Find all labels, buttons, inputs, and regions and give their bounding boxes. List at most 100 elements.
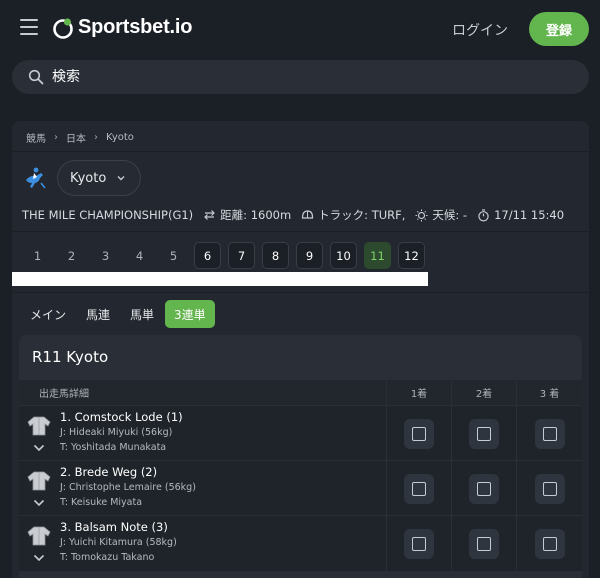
first-place-checkbox[interactable] — [404, 528, 434, 559]
race-number-tabs: 1 2 3 4 5 6 7 8 9 10 11 12 — [24, 242, 432, 269]
search-bar[interactable] — [12, 60, 589, 94]
runner-trainer: T: Keisuke Miyata — [60, 497, 143, 508]
bet-tab-3[interactable]: 3連単 — [165, 300, 215, 328]
race-name: THE MILE CHAMPIONSHIP(G1) — [22, 208, 194, 222]
race-tab-8[interactable]: 8 — [262, 242, 289, 269]
track-text: トラック: TURF, — [318, 208, 406, 222]
race-card-title: R11 Kyoto — [32, 348, 109, 366]
race-tab-11[interactable]: 11 — [364, 242, 391, 269]
selection-cell — [386, 516, 451, 571]
race-tab-1[interactable]: 1 — [24, 242, 51, 269]
swap-arrows-icon — [204, 210, 216, 220]
race-tab-9[interactable]: 9 — [296, 242, 323, 269]
runner-name: 2. Brede Weg (2) — [60, 465, 158, 479]
bet-tab-0[interactable]: メイン — [21, 300, 75, 328]
chevron-down-icon[interactable] — [33, 554, 45, 562]
table-row: 3. Balsam Note (3) J: Yuichi Kitamura (58… — [19, 515, 582, 571]
brand-logo[interactable]: Sportsbet.io — [52, 16, 192, 39]
search-input[interactable] — [52, 69, 552, 85]
login-link[interactable]: ログイン — [452, 20, 508, 40]
third-place-checkbox[interactable] — [534, 473, 565, 504]
selection-cell — [451, 516, 516, 571]
second-place-checkbox[interactable] — [469, 528, 499, 559]
checkbox-icon — [412, 426, 426, 441]
selection-cell — [451, 461, 516, 516]
distance-text: 距離: 1600m — [220, 208, 292, 222]
checkbox-icon — [412, 481, 426, 496]
chevron-down-icon[interactable] — [33, 499, 45, 507]
venue-row: Kyoto — [22, 160, 141, 196]
selection-cell — [516, 516, 582, 571]
track-info: トラック: TURF, — [301, 207, 405, 223]
checkbox-icon — [477, 481, 491, 496]
event-card: 競馬 › 日本 › Kyoto Kyoto THE MILE CHAMPIONS… — [12, 121, 589, 578]
checkbox-icon — [542, 426, 557, 441]
table-row: 2. Brede Weg (2) J: Christophe Lemaire (5… — [19, 460, 582, 516]
race-tab-4[interactable]: 4 — [126, 242, 153, 269]
race-tab-7[interactable]: 7 — [228, 242, 255, 269]
column-header-second: 2着 — [451, 380, 516, 405]
selection-cell — [451, 406, 516, 461]
logo-ring-icon — [53, 17, 73, 39]
race-tab-10[interactable]: 10 — [330, 242, 357, 269]
jockey-silk-icon — [27, 471, 51, 491]
venue-dropdown-value: Kyoto — [70, 170, 107, 186]
runner-trainer: T: Tomokazu Takano — [60, 552, 155, 563]
runner-name: 1. Comstock Lode (1) — [60, 410, 183, 424]
sun-icon — [415, 209, 428, 221]
race-tab-6[interactable]: 6 — [194, 242, 221, 269]
hamburger-menu-icon[interactable] — [20, 19, 38, 35]
third-place-checkbox[interactable] — [534, 528, 565, 559]
race-tab-12[interactable]: 12 — [398, 242, 425, 269]
first-place-checkbox[interactable] — [404, 418, 434, 449]
race-tab-5[interactable]: 5 — [160, 242, 187, 269]
redaction-bar — [12, 272, 428, 286]
stopwatch-icon — [478, 208, 489, 222]
time-text: 17/11 15:40 — [494, 208, 565, 222]
helmet-icon — [302, 210, 314, 219]
distance-info: 距離: 1600m — [203, 207, 291, 223]
divider — [12, 151, 589, 152]
runner-jockey: J: Christophe Lemaire (56kg) — [60, 482, 196, 493]
race-tab-2[interactable]: 2 — [58, 242, 85, 269]
bet-tab-1[interactable]: 馬連 — [77, 300, 119, 328]
chevron-right-icon: › — [94, 132, 98, 143]
chevron-down-icon[interactable] — [33, 444, 45, 452]
table-row: 1. Comstock Lode (1) J: Hideaki Miyuki (5… — [19, 405, 582, 461]
checkbox-icon — [477, 426, 491, 441]
selection-cell — [516, 406, 582, 461]
column-header-third: 3 着 — [516, 380, 582, 405]
bet-tab-2[interactable]: 馬単 — [121, 300, 163, 328]
race-info: THE MILE CHAMPIONSHIP(G1) 距離: 1600m トラック… — [22, 207, 574, 223]
bet-type-tabs: メイン 馬連 馬単 3連単 — [21, 300, 217, 328]
chevron-right-icon: › — [54, 132, 58, 143]
register-button[interactable]: 登録 — [529, 12, 589, 46]
runner-name: 3. Balsam Note (3) — [60, 520, 168, 534]
time-info: 17/11 15:40 — [477, 208, 564, 222]
selection-cell — [386, 406, 451, 461]
selection-cell — [386, 461, 451, 516]
weather-info: 天候: - — [415, 207, 467, 223]
divider — [12, 292, 589, 293]
search-icon — [28, 69, 44, 85]
jockey-silk-icon — [27, 526, 51, 546]
second-place-checkbox[interactable] — [469, 473, 499, 504]
weather-text: 天候: - — [432, 208, 468, 222]
venue-dropdown[interactable]: Kyoto — [57, 160, 141, 196]
checkbox-icon — [542, 536, 557, 551]
checkbox-icon — [477, 536, 491, 551]
breadcrumb-item-sport[interactable]: 競馬 — [26, 130, 46, 145]
first-place-checkbox[interactable] — [404, 473, 434, 504]
checkbox-icon — [412, 536, 426, 551]
third-place-checkbox[interactable] — [534, 418, 565, 449]
brand-name: Sportsbet.io — [78, 16, 193, 38]
second-place-checkbox[interactable] — [469, 418, 499, 449]
column-header-runner: 出走馬詳細 — [19, 380, 386, 405]
runner-jockey: J: Hideaki Miyuki (56kg) — [60, 427, 173, 438]
runner-info: 2. Brede Weg (2) J: Christophe Lemaire (5… — [19, 461, 386, 516]
horse-racing-icon — [26, 167, 46, 189]
race-tab-3[interactable]: 3 — [92, 242, 119, 269]
breadcrumb-item-venue[interactable]: Kyoto — [106, 132, 134, 143]
breadcrumb-item-country[interactable]: 日本 — [66, 130, 86, 145]
race-card: R11 Kyoto 出走馬詳細 1着 2着 3 着 1. Comstock Lo… — [19, 335, 582, 578]
